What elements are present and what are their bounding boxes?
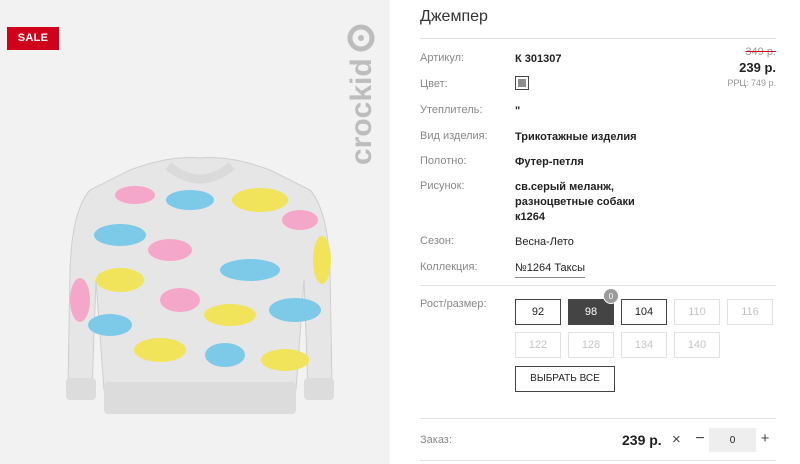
divider [420, 418, 776, 419]
times-icon: × [672, 431, 681, 448]
attr-value-line: к1264 [515, 211, 545, 223]
attr-label: Сезон: [420, 235, 454, 247]
product-details: Джемпер 349 р. 239 р. РРЦ: 749 р. Артику… [420, 0, 780, 464]
price-block: 349 р. 239 р. РРЦ: 749 р. [727, 46, 776, 88]
old-price: 349 р. [745, 46, 776, 58]
attr-label: Полотно: [420, 155, 467, 167]
new-price: 239 р. [739, 60, 776, 75]
attr-label: Утеплитель: [420, 104, 483, 116]
attr-value: " [515, 105, 521, 117]
attr-label: Коллекция: [420, 261, 478, 273]
size-option-110[interactable]: 110 [674, 299, 720, 325]
quantity-increase-button[interactable]: + [758, 430, 772, 448]
divider [420, 460, 776, 461]
brand-logo-text: crockid [345, 58, 378, 165]
size-option-122[interactable]: 122 [515, 332, 561, 358]
order-price: 239 р. [622, 432, 662, 448]
attr-label: Вид изделия: [420, 130, 488, 142]
quantity-input[interactable] [709, 428, 756, 452]
size-option-116[interactable]: 116 [727, 299, 773, 325]
size-option-104[interactable]: 104 [621, 299, 667, 325]
attr-value: Весна-Лето [515, 236, 574, 248]
size-label: Рост/размер: [420, 298, 487, 310]
size-option-92[interactable]: 92 [515, 299, 561, 325]
divider [420, 285, 776, 286]
attr-value: К 301307 [515, 53, 562, 65]
attr-value: Трикотажные изделия [515, 131, 637, 143]
divider [420, 38, 776, 39]
sale-badge: SALE [7, 27, 59, 50]
attr-value: св.серый меланж, разноцветные собаки к12… [515, 180, 635, 225]
select-all-button[interactable]: ВЫБРАТЬ ВСЕ [515, 366, 615, 392]
size-option-98[interactable]: 98 0 [568, 288, 619, 325]
attr-label: Цвет: [420, 78, 448, 90]
order-label: Заказ: [420, 434, 452, 446]
color-swatch[interactable] [515, 76, 529, 90]
order-row: Заказ: 239 р. × − + [420, 420, 776, 458]
brand-logo: crockid [333, 10, 389, 170]
sweater-image [66, 157, 334, 414]
attr-label: Артикул: [420, 52, 465, 64]
product-title: Джемпер [420, 8, 488, 25]
size-option-140[interactable]: 140 [674, 332, 720, 358]
size-option-128[interactable]: 128 [568, 332, 614, 358]
size-option-134[interactable]: 134 [621, 332, 667, 358]
collection-link[interactable]: №1264 Таксы [515, 261, 586, 278]
size-count-badge: 0 [603, 288, 619, 304]
size-option-label: 98 [584, 306, 598, 318]
product-image[interactable]: SALE crockid [0, 0, 390, 464]
attr-value-line: св.серый меланж, [515, 181, 614, 193]
attr-value-line: разноцветные собаки [515, 196, 635, 208]
recommended-retail-price: РРЦ: 749 р. [727, 78, 776, 88]
quantity-decrease-button[interactable]: − [693, 430, 707, 448]
attr-label: Рисунок: [420, 180, 465, 192]
attr-value: Футер-петля [515, 156, 584, 168]
